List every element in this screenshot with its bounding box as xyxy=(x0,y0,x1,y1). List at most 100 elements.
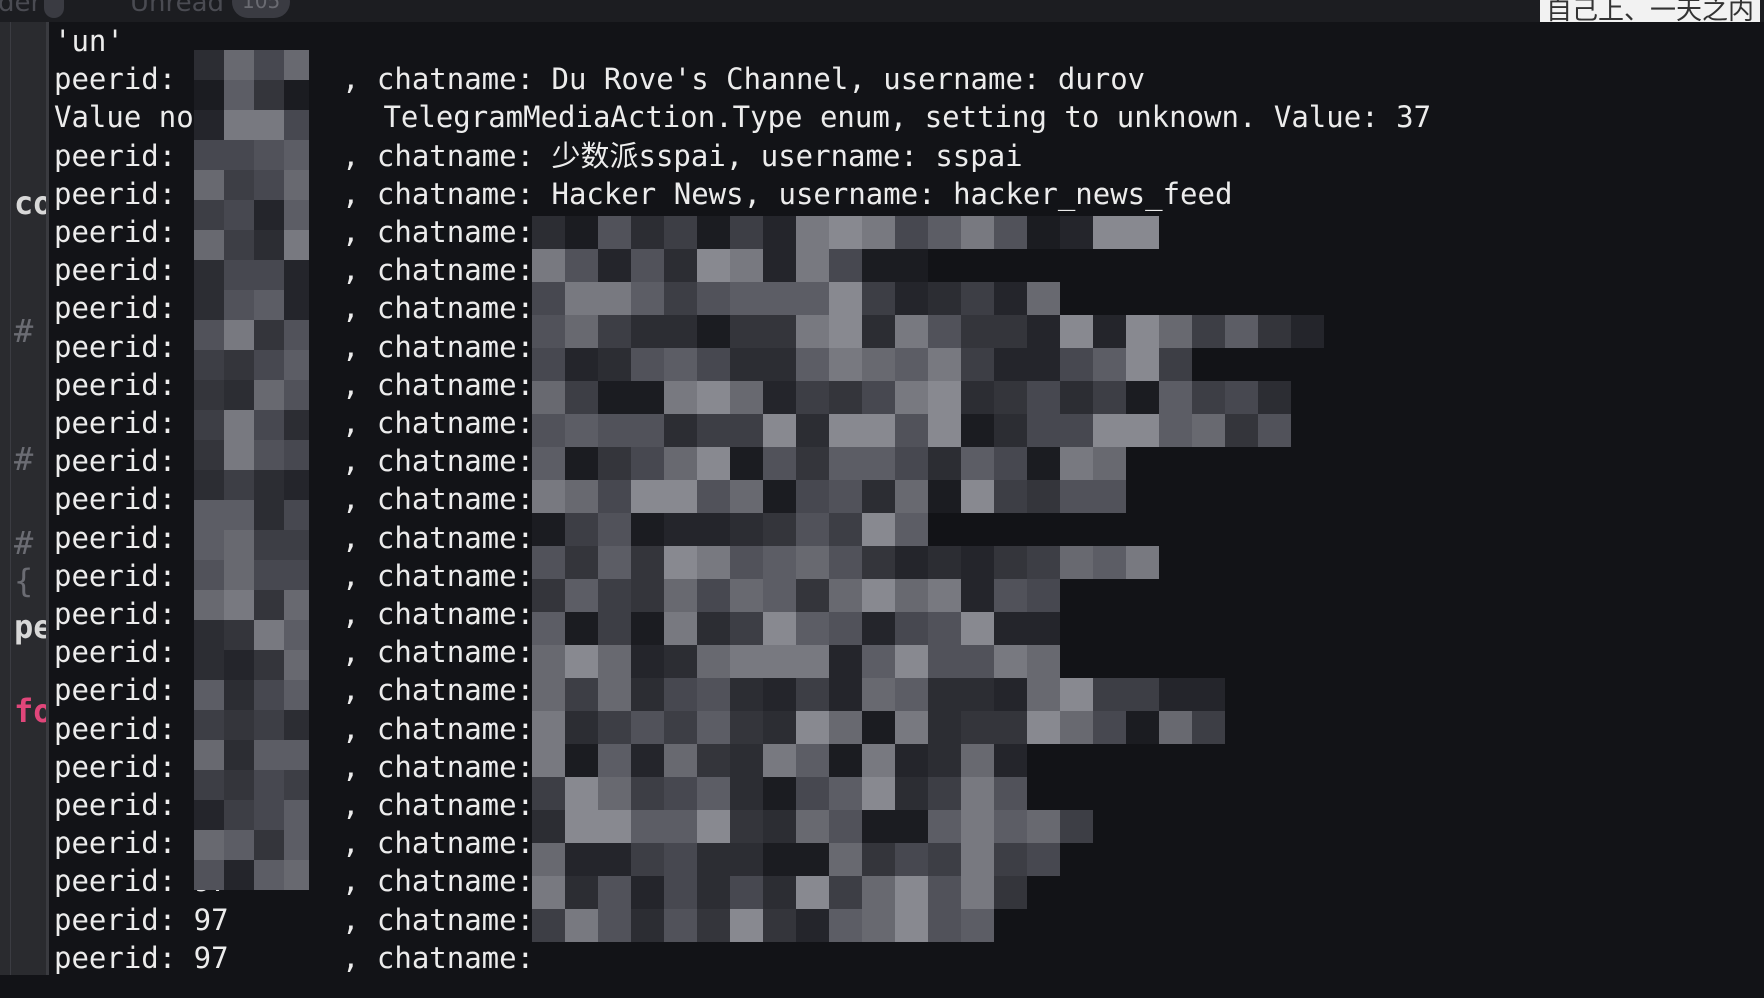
mosaic-cell xyxy=(194,740,224,770)
mosaic-cell xyxy=(254,800,284,830)
mosaic-cell xyxy=(664,315,697,348)
mosaic-cell xyxy=(284,50,309,80)
terminal-line-chatname: , chatname: xyxy=(342,673,535,708)
mosaic-cell xyxy=(697,381,730,414)
mosaic-cell xyxy=(284,290,309,320)
mosaic-cell xyxy=(631,315,664,348)
mosaic-cell xyxy=(862,678,895,711)
terminal-line-chatname: , chatname: xyxy=(342,329,535,364)
mosaic-cell xyxy=(1027,810,1060,843)
mosaic-cell xyxy=(829,249,862,282)
mosaic-cell xyxy=(194,500,224,530)
mosaic-cell xyxy=(532,612,565,645)
mosaic-cell xyxy=(961,282,994,315)
mosaic-cell xyxy=(994,810,1027,843)
mosaic-cell xyxy=(598,579,631,612)
mosaic-cell xyxy=(1192,678,1225,711)
mosaic-cell xyxy=(565,909,598,942)
mosaic-cell xyxy=(796,612,829,645)
mosaic-cell xyxy=(1027,480,1060,513)
mosaic-cell xyxy=(532,447,565,480)
mosaic-cell xyxy=(961,546,994,579)
mosaic-cell xyxy=(194,560,224,590)
terminal-line-chatname: , chatname: xyxy=(342,444,535,479)
mosaic-cell xyxy=(697,777,730,810)
mosaic-cell xyxy=(862,579,895,612)
mosaic-cell xyxy=(697,348,730,381)
mosaic-cell xyxy=(763,348,796,381)
mosaic-cell xyxy=(194,620,224,650)
mosaic-cell xyxy=(532,678,565,711)
mosaic-cell xyxy=(928,579,961,612)
mosaic-cell xyxy=(697,711,730,744)
mosaic-cell xyxy=(1027,843,1060,876)
mosaic-cell xyxy=(697,282,730,315)
mosaic-cell xyxy=(664,645,697,678)
mosaic-cell xyxy=(961,579,994,612)
mosaic-cell xyxy=(565,414,598,447)
mosaic-cell xyxy=(254,830,284,860)
mosaic-cell xyxy=(664,810,697,843)
mosaic-cell xyxy=(697,645,730,678)
mosaic-cell xyxy=(664,678,697,711)
mosaic-cell xyxy=(664,513,697,546)
mosaic-cell xyxy=(961,876,994,909)
mosaic-cell xyxy=(284,620,309,650)
terminal-line-chatname: , chatname: xyxy=(342,940,535,975)
mosaic-cell xyxy=(1027,579,1060,612)
mosaic-cell xyxy=(730,249,763,282)
mosaic-cell xyxy=(224,410,254,440)
mosaic-cell xyxy=(928,447,961,480)
mosaic-cell xyxy=(284,530,309,560)
mosaic-cell xyxy=(994,348,1027,381)
mosaic-cell xyxy=(994,744,1027,777)
mosaic-cell xyxy=(664,579,697,612)
unread-badge: 105 xyxy=(232,0,291,18)
mosaic-cell xyxy=(664,909,697,942)
mosaic-cell xyxy=(1258,381,1291,414)
mosaic-cell xyxy=(254,530,284,560)
mosaic-cell xyxy=(598,909,631,942)
mosaic-cell xyxy=(994,843,1027,876)
editor-fragment: pe xyxy=(14,608,46,646)
mosaic-cell xyxy=(284,170,309,200)
mosaic-cell xyxy=(598,348,631,381)
mosaic-cell xyxy=(631,777,664,810)
mosaic-cell xyxy=(284,770,309,800)
mosaic-cell xyxy=(598,612,631,645)
mosaic-cell xyxy=(532,348,565,381)
mosaic-cell xyxy=(1060,711,1093,744)
mosaic-cell xyxy=(598,810,631,843)
mosaic-cell xyxy=(224,770,254,800)
mosaic-cell xyxy=(928,348,961,381)
mosaic-cell xyxy=(763,480,796,513)
mosaic-cell xyxy=(862,480,895,513)
mosaic-cell xyxy=(829,414,862,447)
mosaic-cell xyxy=(1027,381,1060,414)
mosaic-cell xyxy=(1126,546,1159,579)
terminal-line: 'un' xyxy=(54,24,124,58)
mosaic-cell xyxy=(730,216,763,249)
mosaic-cell xyxy=(284,650,309,680)
mosaic-cell xyxy=(730,645,763,678)
mosaic-cell xyxy=(565,513,598,546)
mosaic-cell xyxy=(928,381,961,414)
mosaic-cell xyxy=(1060,216,1093,249)
terminal-output[interactable]: 'un' peerid: 95, chatname: Du Rove's Chan… xyxy=(46,22,1764,975)
mosaic-cell xyxy=(224,830,254,860)
mosaic-cell xyxy=(598,876,631,909)
mosaic-cell xyxy=(763,909,796,942)
mosaic-cell xyxy=(224,620,254,650)
editor-fragment: #{ xyxy=(14,524,34,600)
mosaic-cell xyxy=(730,744,763,777)
mosaic-cell xyxy=(1027,645,1060,678)
mosaic-cell xyxy=(194,200,224,230)
mosaic-cell xyxy=(1060,315,1093,348)
terminal-line-chatname: , chatname: xyxy=(342,788,535,822)
mosaic-cell xyxy=(697,315,730,348)
mosaic-cell xyxy=(1093,678,1126,711)
mosaic-cell xyxy=(928,546,961,579)
mosaic-cell xyxy=(224,170,254,200)
mosaic-cell xyxy=(254,200,284,230)
mosaic-cell xyxy=(194,380,224,410)
